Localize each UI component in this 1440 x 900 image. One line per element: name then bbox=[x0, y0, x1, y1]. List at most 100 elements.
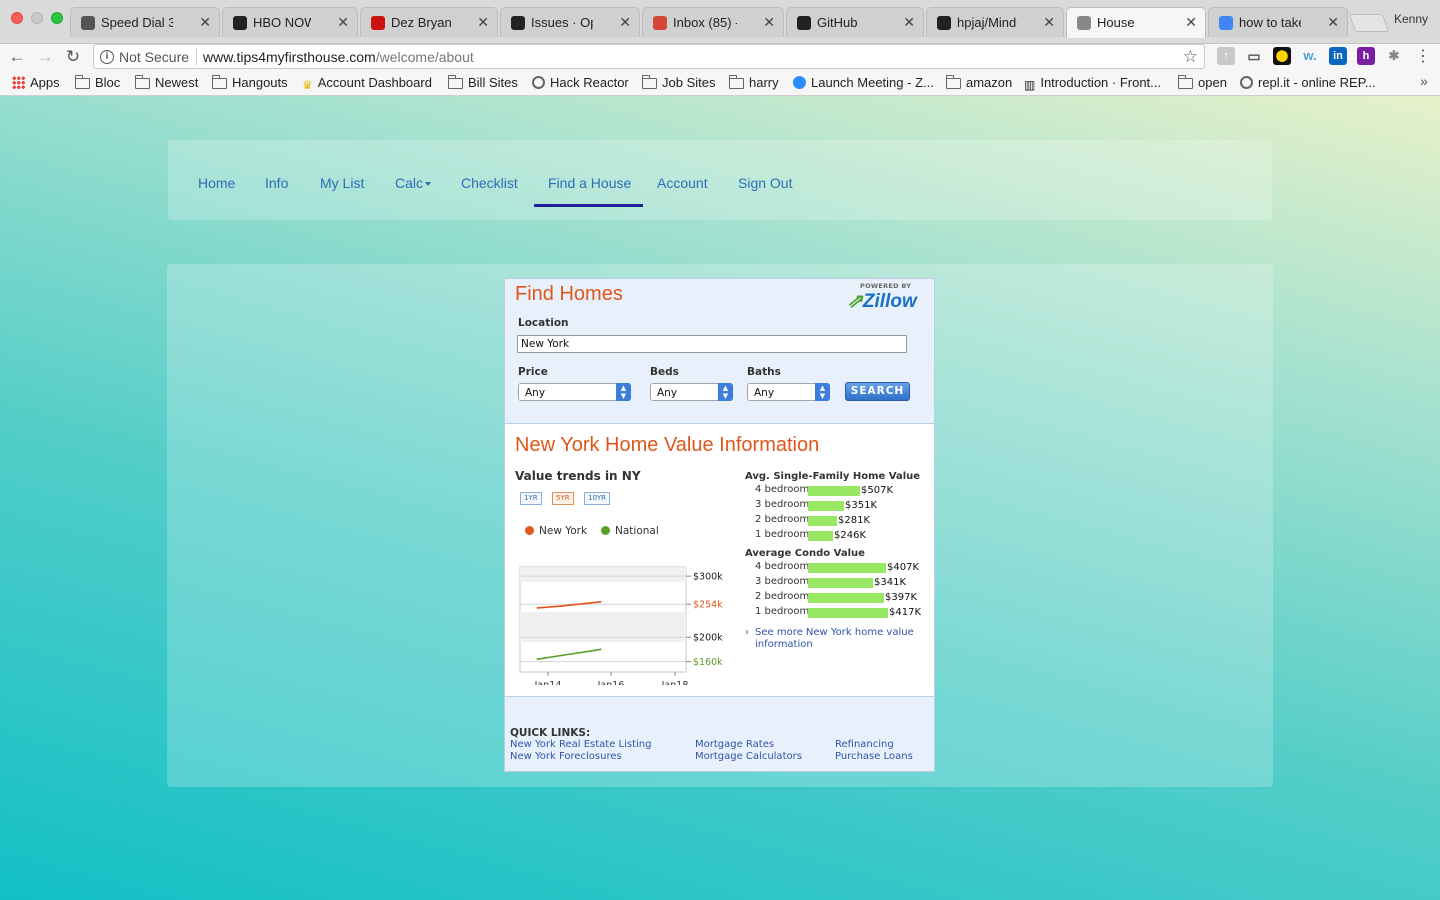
nav-link-calc[interactable]: Calc bbox=[395, 175, 432, 191]
value-bar-row: 1 bedroom $417K bbox=[750, 606, 930, 619]
extension-badge-icon[interactable]: ⬤ bbox=[1273, 47, 1291, 65]
location-input[interactable]: New York bbox=[517, 335, 907, 353]
back-button[interactable]: ← bbox=[6, 46, 28, 68]
browser-tab[interactable]: House ✕ bbox=[1066, 7, 1206, 38]
folder-icon bbox=[729, 75, 744, 89]
more-bookmarks-button[interactable]: » bbox=[1420, 73, 1428, 89]
value-bar bbox=[808, 578, 873, 588]
nav-link-label: Home bbox=[198, 175, 236, 191]
tab-title: Speed Dial 3™ bbox=[101, 15, 173, 30]
nav-link-home[interactable]: Home bbox=[198, 175, 235, 191]
profile-name[interactable]: Kenny bbox=[1394, 12, 1428, 26]
browser-tab[interactable]: GitHub ✕ bbox=[786, 7, 924, 37]
tab-close-icon[interactable]: ✕ bbox=[903, 14, 915, 30]
extension-icon-1[interactable]: ↑ bbox=[1217, 47, 1235, 65]
new-tab-button[interactable] bbox=[1348, 14, 1390, 32]
tab-close-icon[interactable]: ✕ bbox=[1327, 14, 1339, 30]
browser-menu-icon[interactable]: ⋮ bbox=[1415, 46, 1431, 66]
bookmark-label: Launch Meeting - Z... bbox=[811, 75, 934, 90]
browser-tab[interactable]: Speed Dial 3™ ✕ bbox=[70, 7, 220, 37]
browser-tab[interactable]: how to take scr ✕ bbox=[1208, 7, 1348, 37]
tab-close-icon[interactable]: ✕ bbox=[199, 14, 211, 30]
tab-favicon-icon bbox=[1077, 16, 1091, 30]
quick-link[interactable]: New York Foreclosures bbox=[510, 751, 622, 762]
browser-tab[interactable]: Issues · Operat ✕ bbox=[500, 7, 640, 37]
forward-button[interactable]: → bbox=[34, 46, 56, 68]
browser-tab[interactable]: HBO NOW ✕ bbox=[222, 7, 358, 37]
search-button[interactable]: SEARCH bbox=[845, 382, 910, 401]
series-point bbox=[536, 658, 539, 661]
bookmark-item[interactable]: Newest bbox=[135, 75, 198, 90]
quick-link[interactable]: New York Real Estate Listing bbox=[510, 739, 651, 750]
browser-toolbar: ← → ↻ i Not Secure www.tips4myfirsthouse… bbox=[0, 44, 1440, 70]
tab-close-icon[interactable]: ✕ bbox=[1185, 14, 1197, 30]
zoom-window-button[interactable] bbox=[51, 12, 63, 24]
value-amount: $397K bbox=[885, 592, 918, 603]
quick-link[interactable]: Mortgage Rates bbox=[695, 739, 774, 750]
bookmark-label: open bbox=[1198, 75, 1227, 90]
reload-button[interactable]: ↻ bbox=[62, 46, 84, 68]
value-bar bbox=[808, 501, 844, 511]
bookmark-item[interactable]: Bill Sites bbox=[448, 75, 518, 90]
nav-link-sign-out[interactable]: Sign Out bbox=[738, 175, 792, 191]
url-text[interactable]: www.tips4myfirsthouse.com/welcome/about bbox=[203, 49, 474, 65]
price-select[interactable]: Any ▲ ▼ bbox=[518, 383, 631, 401]
tab-close-icon[interactable]: ✕ bbox=[619, 14, 631, 30]
baths-select[interactable]: Any ▲ ▼ bbox=[747, 383, 830, 401]
beds-select[interactable]: Any ▲ ▼ bbox=[650, 383, 733, 401]
bookmark-item[interactable]: amazon bbox=[946, 75, 1012, 90]
bookmark-label: amazon bbox=[966, 75, 1013, 90]
bookmark-item[interactable]: harry bbox=[729, 75, 779, 90]
range-button-10yr[interactable]: 10YR bbox=[584, 492, 611, 505]
price-select-value: Any bbox=[525, 387, 546, 399]
bookmark-item[interactable]: Bloc bbox=[75, 75, 120, 90]
honey-h-icon[interactable]: h bbox=[1357, 47, 1375, 65]
quick-link[interactable]: Mortgage Calculators bbox=[695, 751, 802, 762]
browser-tab[interactable]: Dez Bryant says ✕ bbox=[360, 7, 498, 37]
cast-icon[interactable]: ▭ bbox=[1245, 47, 1263, 65]
tab-close-icon[interactable]: ✕ bbox=[763, 14, 775, 30]
nav-link-find-a-house[interactable]: Find a House bbox=[548, 175, 631, 191]
quick-link[interactable]: Purchase Loans bbox=[835, 751, 913, 762]
wikipedia-extension-icon[interactable]: w. bbox=[1301, 47, 1319, 65]
range-button-5yr[interactable]: 5YR bbox=[552, 492, 574, 505]
bookmark-item[interactable]: ▥ Introduction · Front... bbox=[1024, 75, 1161, 92]
legend-label: National bbox=[615, 525, 659, 537]
select-arrows-icon: ▲ ▼ bbox=[718, 383, 733, 401]
nav-link-checklist[interactable]: Checklist bbox=[461, 175, 518, 191]
tab-title: Issues · Operat bbox=[531, 15, 593, 30]
bookmark-item[interactable]: ♛ Account Dashboard bbox=[302, 75, 432, 92]
see-more-link[interactable]: › See more New York home value informati… bbox=[745, 627, 930, 651]
tab-close-icon[interactable]: ✕ bbox=[337, 14, 349, 30]
series-point bbox=[599, 600, 602, 603]
beds-select-value: Any bbox=[657, 387, 678, 399]
close-window-button[interactable] bbox=[11, 12, 23, 24]
security-label[interactable]: Not Secure bbox=[119, 49, 189, 65]
bookmark-item[interactable]: Launch Meeting - Z... bbox=[793, 75, 934, 90]
bookmark-item[interactable]: Hack Reactor bbox=[532, 75, 629, 90]
bug-extension-icon[interactable]: ✱ bbox=[1385, 47, 1403, 65]
minimize-window-button[interactable] bbox=[31, 12, 43, 24]
bookmark-item[interactable]: repl.it - online REP... bbox=[1240, 75, 1376, 90]
bookmark-item[interactable]: Hangouts bbox=[212, 75, 288, 90]
info-icon[interactable]: i bbox=[100, 50, 114, 64]
linkedin-icon[interactable]: in bbox=[1329, 47, 1347, 65]
x-tick-label: Jan14 bbox=[534, 680, 562, 685]
legend-item[interactable]: National bbox=[601, 525, 659, 537]
browser-tab[interactable]: Inbox (85) - na ✕ bbox=[642, 7, 784, 37]
bookmark-item[interactable]: Job Sites bbox=[642, 75, 715, 90]
tab-close-icon[interactable]: ✕ bbox=[477, 14, 489, 30]
address-bar[interactable]: i Not Secure www.tips4myfirsthouse.com/w… bbox=[93, 44, 1205, 69]
bookmark-item[interactable]: Apps bbox=[12, 75, 60, 90]
browser-tab[interactable]: hpjaj/Mind-on-f ✕ bbox=[926, 7, 1064, 37]
zillow-logo[interactable]: ⇗Zillow bbox=[847, 290, 917, 313]
quick-link[interactable]: Refinancing bbox=[835, 739, 894, 750]
legend-item[interactable]: New York bbox=[525, 525, 587, 537]
bookmark-item[interactable]: open bbox=[1178, 75, 1227, 90]
bookmark-star-icon[interactable]: ☆ bbox=[1183, 47, 1198, 67]
nav-link-info[interactable]: Info bbox=[265, 175, 288, 191]
nav-link-account[interactable]: Account bbox=[657, 175, 708, 191]
tab-close-icon[interactable]: ✕ bbox=[1043, 14, 1055, 30]
range-button-1yr[interactable]: 1YR bbox=[520, 492, 542, 505]
nav-link-my-list[interactable]: My List bbox=[320, 175, 364, 191]
